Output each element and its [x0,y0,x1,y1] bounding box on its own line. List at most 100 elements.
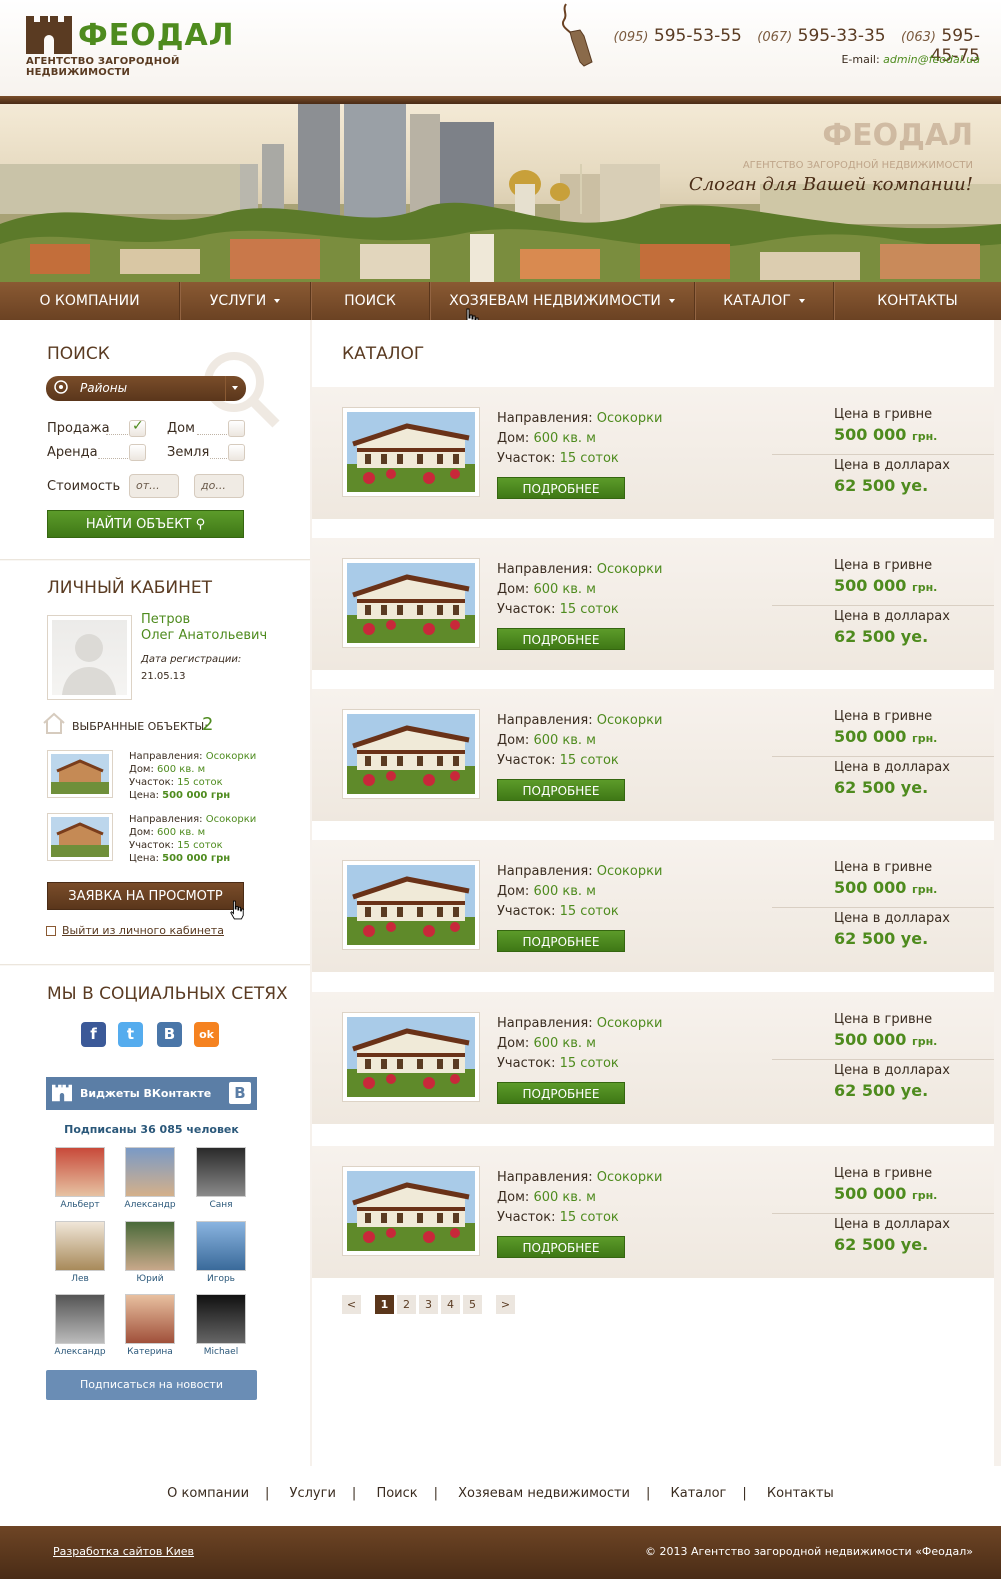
vk-widget-header[interactable]: Виджеты ВКонтакте B [46,1077,257,1110]
sale-checkbox[interactable] [129,418,146,437]
property-photo[interactable] [342,709,480,799]
property-photo[interactable] [342,407,480,497]
developer-link[interactable]: Разработка сайтов Киев [53,1545,194,1558]
catalog-title: КАТАЛОГ [342,344,425,364]
find-object-button[interactable]: НАЙТИ ОБЪЕКТ ⚲ [47,510,244,538]
price-to-input[interactable]: до... [194,474,244,498]
vk-icon[interactable]: B [157,1022,182,1047]
pager-next[interactable]: > [496,1295,515,1314]
vk-member[interactable]: Александр [50,1294,110,1357]
pager-page-1[interactable]: 1 [375,1295,394,1314]
uah-price-value: 500 000 грн. [834,576,938,595]
more-button[interactable]: ПОДРОБНЕЕ [497,477,625,499]
top-divider [0,96,1001,104]
direction-value: Осокорки [596,713,663,728]
more-button[interactable]: ПОДРОБНЕЕ [497,779,625,801]
email-link[interactable]: admin@feodal.ua [883,53,980,66]
usd-price-value: 62 500 уе. [834,929,929,948]
pager-page-5[interactable]: 5 [463,1295,482,1314]
user-silhouette-icon [62,634,116,695]
house-area-value: 600 кв. м [533,1190,596,1205]
usd-price-value: 62 500 уе. [834,1235,929,1254]
uah-price-value: 500 000 грн. [834,1184,938,1203]
catalog-item: Направления: Осокорки Дом: 600 кв. м Участ… [312,538,994,670]
vk-member[interactable]: Юрий [120,1221,180,1284]
pager-page-3[interactable]: 3 [419,1295,438,1314]
vk-subscribe-button[interactable]: Подписаться на новости [46,1370,257,1400]
main-nav: О компании Услуги Поиск Хозяевам недвижи… [0,282,1001,320]
property-photo[interactable] [342,1012,480,1102]
location-pin-icon [54,380,68,394]
rent-checkbox[interactable] [129,444,146,461]
vk-member[interactable]: Альберт [50,1147,110,1210]
pager-page-2[interactable]: 2 [397,1295,416,1314]
divider [0,559,310,561]
reg-date-label: Дата регистрации: [141,654,242,665]
uah-price-label: Цена в гривне [834,1012,933,1027]
vk-member[interactable]: Катерина [120,1294,180,1357]
vk-member[interactable]: Лев [50,1221,110,1284]
plot-area-value: 15 соток [559,753,619,768]
more-button[interactable]: ПОДРОБНЕЕ [497,1236,625,1258]
usd-price-label: Цена в долларах [834,1217,950,1232]
district-select[interactable]: Районы [46,376,246,401]
property-info: Направления: Осокорки Дом: 600 кв. м Участ… [497,864,663,919]
banner-watermark-subtitle: АГЕНТСТВО ЗАГОРОДНОЙ НЕДВИЖИМОСТИ [742,160,973,171]
house-area-value: 600 кв. м [533,1036,596,1051]
footer-link-about[interactable]: О компании [151,1486,265,1501]
property-photo[interactable] [342,558,480,648]
view-request-button[interactable]: ЗАЯВКА НА ПРОСМОТР [47,882,244,910]
footer-link-search[interactable]: Поиск [360,1486,433,1501]
more-button[interactable]: ПОДРОБНЕЕ [497,628,625,650]
property-photo[interactable] [342,860,480,950]
catalog-item: Направления: Осокорки Дом: 600 кв. м Участ… [312,992,994,1124]
land-checkbox[interactable] [228,444,245,461]
uah-price-label: Цена в гривне [834,860,933,875]
favorite-item[interactable]: Направления: Осокорки Дом: 600 кв. м Уча… [47,813,297,869]
footer-link-services[interactable]: Услуги [274,1486,352,1501]
uah-price-label: Цена в гривне [834,558,933,573]
catalog-item: Направления: Осокорки Дом: 600 кв. м Участ… [312,689,994,821]
vk-member[interactable]: Александр [120,1147,180,1210]
price-from-input[interactable]: от... [129,474,179,498]
copyright: © 2013 Агентство загородной недвижимости… [645,1545,973,1558]
facebook-icon[interactable]: f [81,1022,106,1047]
footer-nav: О компании | Услуги | Поиск | Хозяевам недв… [0,1466,1001,1526]
house-checkbox[interactable] [228,420,245,437]
property-info: Направления: Осокорки Дом: 600 кв. м Участ… [497,713,663,768]
property-photo[interactable] [342,1166,480,1256]
nav-item-services[interactable]: Услуги [180,282,311,320]
district-select-value: Районы [80,381,128,395]
favorites-count[interactable]: 2 [202,714,213,735]
pager-prev[interactable]: < [342,1295,361,1314]
vk-member[interactable]: Michael [191,1294,251,1357]
banner-watermark-logo: ФЕОДАЛ [822,118,973,153]
phone-2[interactable]: (067) 595-33-35 [757,26,885,46]
vk-member[interactable]: Игорь [191,1221,251,1284]
footer-link-owners[interactable]: Хозяевам недвижимости [442,1486,646,1501]
footer-link-contacts[interactable]: Контакты [751,1486,850,1501]
logo[interactable]: ФЕОДАЛ АГЕНТСТВО ЗАГОРОДНОЙ НЕДВИЖИМОСТИ [26,16,246,78]
more-button[interactable]: ПОДРОБНЕЕ [497,1082,625,1104]
hand-cursor-icon [230,900,244,920]
nav-item-contacts[interactable]: Контакты [834,282,1001,320]
pager-page-4[interactable]: 4 [441,1295,460,1314]
logout-link[interactable]: Выйти из личного кабинета [46,924,224,937]
nav-item-search[interactable]: Поиск [311,282,430,320]
usd-price-label: Цена в долларах [834,911,950,926]
usd-price-value: 62 500 уе. [834,627,929,646]
vk-member[interactable]: Саня [191,1147,251,1210]
nav-item-catalog[interactable]: Каталог [695,282,834,320]
uah-price-label: Цена в гривне [834,709,933,724]
more-button[interactable]: ПОДРОБНЕЕ [497,930,625,952]
nav-item-about[interactable]: О компании [0,282,180,320]
usd-price-value: 62 500 уе. [834,778,929,797]
footer-link-catalog[interactable]: Каталог [655,1486,743,1501]
twitter-icon[interactable]: t [118,1022,143,1047]
favorite-item[interactable]: Направления: Осокорки Дом: 600 кв. м Уча… [47,750,297,806]
phone-1[interactable]: (095) 595-53-55 [614,26,742,46]
pagination: < 1 2 3 4 5 > [342,1295,518,1314]
user-name[interactable]: Петров Олег Анатольевич [141,612,267,644]
odnoklassniki-icon[interactable]: ok [194,1022,219,1047]
uah-price-value: 500 000 грн. [834,878,938,897]
